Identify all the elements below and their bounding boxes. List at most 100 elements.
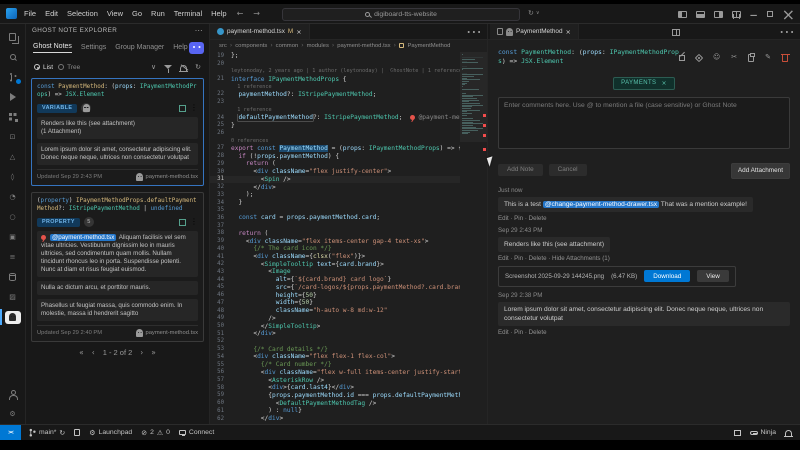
- comment-input[interactable]: [498, 97, 790, 149]
- command-center-search[interactable]: digiboard-tts-website: [282, 8, 520, 21]
- sidebar-more-icon[interactable]: ⋯: [195, 27, 203, 35]
- tab-ghost-note-paymentmethod[interactable]: PaymentMethod ×: [490, 24, 579, 39]
- minimap[interactable]: [460, 52, 487, 424]
- view-mode-list[interactable]: List: [34, 64, 53, 71]
- filter-icon[interactable]: [164, 65, 172, 69]
- comment-action-pin[interactable]: Pin: [514, 255, 523, 262]
- activity-extension-d[interactable]: ▣: [0, 227, 25, 247]
- cancel-button[interactable]: Cancel: [549, 164, 587, 176]
- scissors-icon[interactable]: ✂: [731, 54, 737, 61]
- notifications-off-icon[interactable]: [180, 65, 187, 71]
- remove-tag-icon[interactable]: ×: [661, 80, 666, 87]
- nav-group-manager[interactable]: Group Manager: [115, 44, 164, 51]
- breadcrumb-item-components[interactable]: components: [235, 43, 267, 49]
- activity-extension-f[interactable]: [0, 267, 25, 287]
- last-page-icon[interactable]: »: [151, 348, 156, 357]
- note-file-link[interactable]: payment-method.tsx: [136, 173, 198, 181]
- file-mention[interactable]: @change-payment-method-drawer.tsx: [543, 201, 659, 208]
- menu-view[interactable]: View: [107, 9, 123, 18]
- menu-help[interactable]: Help: [211, 9, 226, 18]
- activity-extension-e[interactable]: ≡: [0, 247, 25, 267]
- docs-status[interactable]: [74, 429, 80, 436]
- tag-icon[interactable]: [695, 53, 703, 61]
- breadcrumb-item-common[interactable]: common: [276, 43, 299, 49]
- menu-selection[interactable]: Selection: [67, 9, 98, 18]
- activity-extension-a[interactable]: ◊: [0, 167, 25, 187]
- marker-icon[interactable]: ✎: [765, 54, 771, 61]
- activity-source-control[interactable]: [0, 67, 25, 87]
- expand-icon[interactable]: [679, 55, 685, 61]
- breadcrumb-item-payment-method-tsx[interactable]: payment-method.tsx: [337, 43, 390, 49]
- activity-extension-c[interactable]: ○: [0, 207, 25, 227]
- customize-layout-icon[interactable]: [732, 11, 741, 18]
- editor-actions-icon[interactable]: ⋯: [466, 22, 482, 41]
- activity-run-debug[interactable]: [0, 87, 25, 107]
- collapse-icon[interactable]: ∨: [151, 64, 156, 71]
- activity-extension-g[interactable]: ▨: [0, 287, 25, 307]
- nav-ghost-notes[interactable]: Ghost Notes: [33, 43, 72, 53]
- comment-action-edit[interactable]: Edit: [498, 329, 509, 336]
- next-page-icon[interactable]: ›: [140, 348, 143, 357]
- activity-search[interactable]: [0, 47, 25, 67]
- nav-settings[interactable]: Settings: [81, 44, 106, 51]
- comment-action-edit[interactable]: Edit: [498, 215, 509, 222]
- toggle-secondary-sidebar-icon[interactable]: [714, 11, 723, 18]
- tab-payment-method[interactable]: payment-method.tsx M ×: [210, 24, 310, 39]
- problems-status[interactable]: ⊘2⚠0: [141, 429, 170, 437]
- nav-help[interactable]: Help: [173, 44, 187, 51]
- launchpad-status[interactable]: ⚙Launchpad: [89, 429, 132, 437]
- activity-explorer[interactable]: [0, 27, 25, 47]
- activity-extension-b[interactable]: ◔: [0, 187, 25, 207]
- forward-icon[interactable]: →: [253, 9, 260, 18]
- activity-extensions[interactable]: [0, 107, 25, 127]
- activity-remote-explorer[interactable]: ⊡: [0, 127, 25, 147]
- menu-file[interactable]: File: [24, 9, 36, 18]
- prev-page-icon[interactable]: ‹: [92, 348, 95, 357]
- menu-run[interactable]: Run: [151, 9, 165, 18]
- comment-action-pin[interactable]: Pin: [514, 329, 523, 336]
- split-editor-icon[interactable]: [672, 22, 680, 41]
- menu-go[interactable]: Go: [132, 9, 142, 18]
- remote-indicator[interactable]: ><: [0, 425, 21, 440]
- menu-edit[interactable]: Edit: [45, 9, 58, 18]
- clipboard-icon[interactable]: [748, 54, 754, 62]
- box-icon[interactable]: [734, 430, 741, 436]
- code-area[interactable]: 19};20leytonoday, 2 years ago | 1 author…: [210, 52, 460, 424]
- close-tab-icon[interactable]: ×: [566, 28, 571, 36]
- open-file-icon[interactable]: [179, 105, 186, 112]
- comment-action-hide-attachments-1[interactable]: Hide Attachments (1): [552, 255, 610, 262]
- run-control[interactable]: ↻ ∨: [528, 9, 540, 17]
- ghost-note-card[interactable]: (property) IPaymentMethodProps.defaultPa…: [31, 192, 204, 342]
- ghost-note-card[interactable]: const PaymentMethod: (props: IPaymentMet…: [31, 78, 204, 186]
- tag-payments[interactable]: PAYMENTS ×: [613, 77, 675, 90]
- discord-icon[interactable]: [189, 42, 204, 54]
- ninja-status[interactable]: Ninja: [750, 429, 777, 436]
- comment-action-delete[interactable]: Delete: [529, 215, 547, 222]
- breadcrumb-item-paymentmethod[interactable]: PaymentMethod: [407, 43, 450, 49]
- activity-testing[interactable]: △: [0, 147, 25, 167]
- connect-status[interactable]: Connect: [179, 429, 214, 436]
- download-button[interactable]: Download: [644, 270, 690, 282]
- breadcrumb-item-modules[interactable]: modules: [307, 43, 329, 49]
- emoji-icon[interactable]: ☺: [713, 54, 720, 61]
- open-file-icon[interactable]: [179, 219, 186, 226]
- note-file-link[interactable]: payment-method.tsx: [136, 329, 198, 337]
- comment-action-delete[interactable]: Delete: [529, 255, 547, 262]
- toggle-sidebar-icon[interactable]: [678, 11, 687, 18]
- maximize-icon[interactable]: [767, 11, 773, 17]
- add-note-button[interactable]: Add Note: [498, 164, 543, 176]
- add-attachment-button[interactable]: Add Attachment: [731, 163, 790, 179]
- toggle-panel-icon[interactable]: [696, 11, 705, 18]
- breadcrumb-item-src[interactable]: src: [219, 43, 227, 49]
- panel-actions-icon[interactable]: ⋯: [779, 22, 795, 41]
- card-menu-icon[interactable]: ⋮: [190, 218, 198, 226]
- refresh-icon[interactable]: ↻: [195, 64, 201, 71]
- activity-ghost-note[interactable]: [0, 307, 25, 327]
- back-icon[interactable]: ←: [237, 9, 244, 18]
- comment-action-delete[interactable]: Delete: [529, 329, 547, 336]
- activity-accounts[interactable]: [0, 384, 25, 404]
- first-page-icon[interactable]: «: [79, 348, 84, 357]
- comment-action-edit[interactable]: Edit: [498, 255, 509, 262]
- minimize-icon[interactable]: –: [750, 5, 758, 24]
- activity-settings[interactable]: ⚙: [0, 404, 25, 424]
